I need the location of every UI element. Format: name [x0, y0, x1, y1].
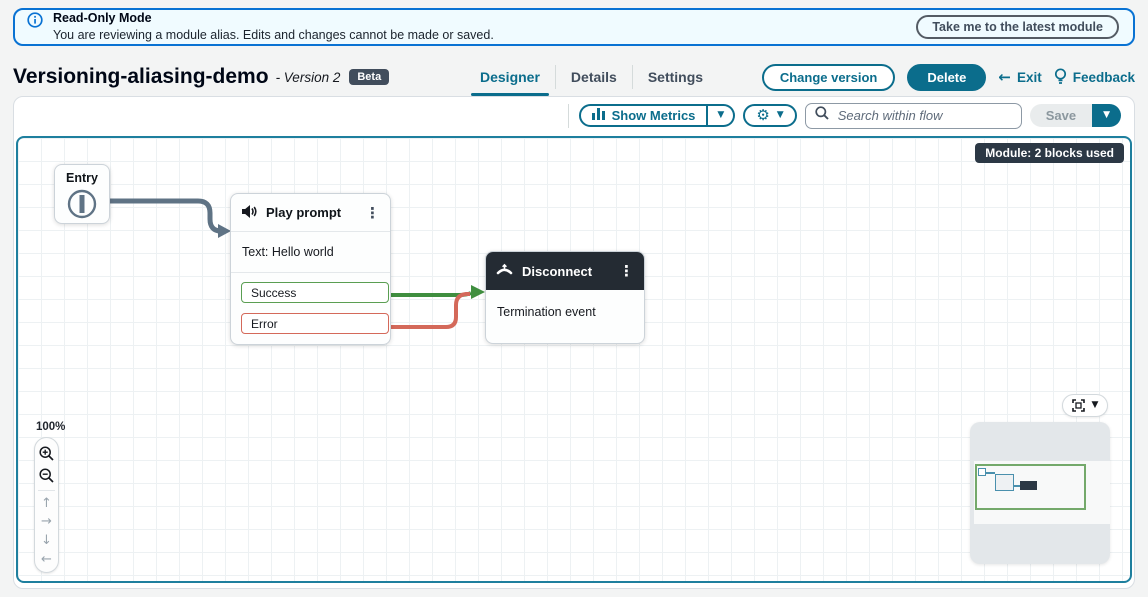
tab-designer[interactable]: Designer — [465, 58, 555, 96]
tab-bar: Designer Details Settings — [465, 58, 718, 96]
edge-error-to-disconnect — [388, 294, 470, 327]
port-success[interactable]: Success — [241, 282, 389, 303]
banner-message: You are reviewing a module alias. Edits … — [53, 27, 494, 44]
chevron-down-icon: ▼ — [717, 111, 724, 120]
block-play-prompt-ports: Success Error — [231, 273, 390, 334]
title-bar: Versioning-aliasing-demo - Version 2 Bet… — [13, 58, 1135, 96]
tab-details[interactable]: Details — [556, 58, 632, 96]
flow-search — [805, 103, 1022, 129]
phone-hangup-icon — [496, 263, 513, 279]
change-version-button[interactable]: Change version — [762, 64, 896, 91]
banner-title: Read-Only Mode — [53, 10, 494, 27]
zoom-level: 100% — [36, 421, 65, 433]
canvas-toolbar: Show Metrics ▼ ⚙ ▼ Save ▼ — [14, 97, 1134, 134]
show-metrics-split-button: Show Metrics ▼ — [579, 104, 736, 127]
designer-panel: Show Metrics ▼ ⚙ ▼ Save ▼ — [13, 96, 1135, 589]
flow-canvas[interactable]: Module: 2 blocks used Entry Play prompt … — [16, 136, 1132, 583]
zoom-in-icon — [39, 446, 54, 461]
pan-left-button[interactable]: ← — [35, 550, 58, 569]
bar-chart-icon — [592, 108, 605, 123]
readonly-banner: Read-Only Mode You are reviewing a modul… — [13, 8, 1135, 46]
show-metrics-caret-button[interactable]: ▼ — [708, 104, 735, 127]
block-entry-title: Entry — [55, 171, 109, 185]
search-input[interactable] — [836, 107, 1012, 124]
fit-view-icon — [1072, 399, 1085, 412]
latest-module-button[interactable]: Take me to the latest module — [916, 15, 1119, 39]
exit-button[interactable]: ← Exit — [998, 70, 1041, 85]
chevron-down-icon: ▼ — [1103, 111, 1110, 120]
minimap-playprompt-block — [995, 474, 1014, 491]
minimap[interactable] — [970, 422, 1110, 564]
block-play-prompt-header: Play prompt ⋮ — [231, 194, 390, 232]
minimap-disconnect-block — [1020, 481, 1037, 490]
canvas-settings-button[interactable]: ⚙ ▼ — [743, 104, 796, 127]
minimap-entry-block — [978, 468, 986, 476]
search-icon — [815, 106, 829, 125]
block-play-prompt[interactable]: Play prompt ⋮ Text: Hello world Success … — [230, 193, 391, 345]
edge-success-to-disconnect — [388, 293, 471, 295]
settings-split-button: ⚙ ▼ — [743, 104, 796, 127]
module-usage-badge: Module: 2 blocks used — [975, 143, 1124, 163]
save-button[interactable]: Save — [1030, 104, 1092, 127]
feedback-button[interactable]: Feedback — [1054, 68, 1135, 87]
block-play-prompt-title: Play prompt — [266, 205, 341, 220]
pan-up-button[interactable]: ↑ — [35, 494, 58, 513]
block-play-prompt-body: Text: Hello world — [231, 232, 390, 273]
block-disconnect-body: Termination event — [486, 290, 644, 334]
chevron-down-icon: ▼ — [1092, 401, 1099, 410]
zoom-out-button[interactable] — [35, 465, 58, 487]
edge-entry-to-playprompt — [92, 201, 221, 231]
connector-layer — [18, 138, 1130, 581]
gear-icon: ⚙ — [756, 108, 769, 123]
fit-view-button[interactable]: ▼ — [1062, 394, 1108, 417]
pan-down-button[interactable]: ↓ — [35, 531, 58, 550]
zoom-out-icon — [39, 468, 54, 483]
version-label: - Version 2 — [276, 70, 341, 85]
minimap-edge — [986, 472, 995, 474]
page-title: Versioning-aliasing-demo — [13, 65, 269, 89]
kebab-menu-icon[interactable]: ⋮ — [365, 204, 380, 222]
header-actions: Change version Delete ← Exit Feedback — [762, 64, 1135, 91]
toolbar-divider — [568, 104, 569, 128]
arrow-left-icon: ← — [998, 70, 1011, 85]
block-disconnect-title: Disconnect — [522, 264, 592, 279]
kebab-menu-icon[interactable]: ⋮ — [619, 262, 634, 280]
block-entry[interactable]: Entry — [54, 164, 110, 224]
tab-settings[interactable]: Settings — [633, 58, 718, 96]
info-icon — [27, 12, 43, 33]
zoom-controls-divider — [38, 490, 55, 491]
lightbulb-icon — [1054, 68, 1067, 87]
save-caret-button[interactable]: ▼ — [1092, 104, 1121, 127]
edge-arrowhead — [471, 285, 485, 299]
save-split-button: Save ▼ — [1030, 104, 1121, 127]
beta-badge: Beta — [349, 69, 389, 85]
delete-button[interactable]: Delete — [907, 64, 986, 91]
chevron-down-icon: ▼ — [777, 111, 784, 120]
zoom-controls: ↑ → ↓ ← — [34, 437, 59, 573]
show-metrics-button[interactable]: Show Metrics — [579, 104, 709, 127]
entry-port-icon — [66, 188, 98, 220]
pan-right-button[interactable]: → — [35, 512, 58, 531]
port-error[interactable]: Error — [241, 313, 389, 334]
block-disconnect-header: Disconnect ⋮ — [486, 252, 644, 290]
block-disconnect[interactable]: Disconnect ⋮ Termination event — [485, 251, 645, 344]
zoom-in-button[interactable] — [35, 443, 58, 465]
speaker-icon — [241, 204, 257, 222]
